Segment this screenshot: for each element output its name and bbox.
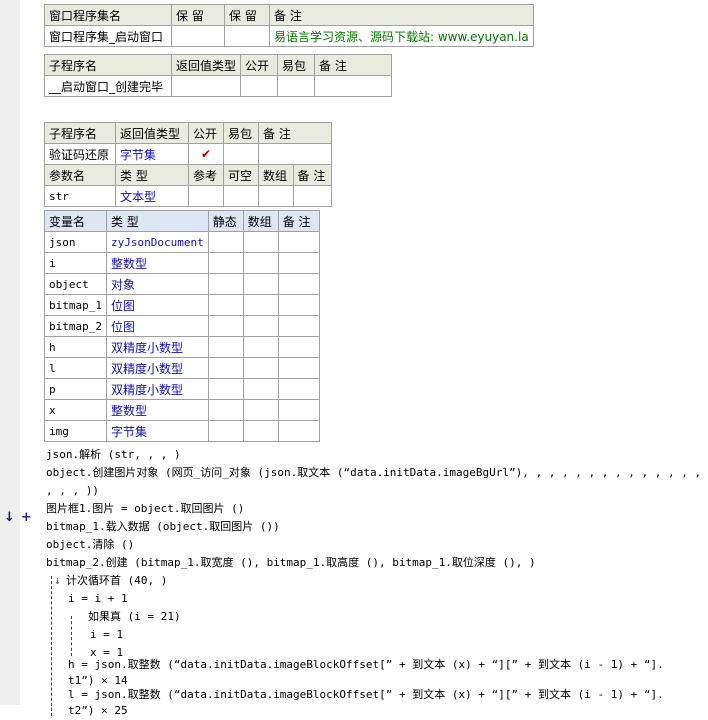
table-row[interactable]: h 双精度小数型 — [44, 336, 320, 358]
var-type[interactable]: 整数型 — [105, 399, 209, 421]
code-line[interactable]: i = 1 — [90, 626, 123, 644]
sub1-header-epkg: 易包 — [277, 54, 316, 76]
var-header-array: 数组 — [242, 210, 279, 232]
var-type[interactable]: 双精度小数型 — [105, 378, 209, 400]
loop-arrow-icon: ↓ — [54, 574, 61, 587]
assembly-header-name: 窗口程序集名 — [44, 4, 172, 26]
var-type[interactable]: 字节集 — [105, 420, 209, 442]
assembly-reserve1-cell[interactable] — [171, 25, 225, 47]
sub1-return-cell[interactable] — [170, 75, 242, 97]
sub2-epkg-cell[interactable] — [223, 143, 259, 165]
var-header-remark: 备 注 — [277, 210, 320, 232]
param-header-ref: 参考 — [188, 164, 224, 186]
assembly-header-reserve2: 保 留 — [224, 4, 270, 26]
var-type[interactable]: 双精度小数型 — [105, 336, 209, 358]
code-line[interactable]: i = i + 1 — [68, 590, 128, 608]
param-name-cell[interactable]: str — [44, 185, 116, 207]
code-line[interactable]: 如果真 (i = 21) — [88, 608, 181, 626]
var-type[interactable]: 整数型 — [105, 252, 209, 274]
sub2-header-return: 返回值类型 — [115, 122, 189, 144]
table-row[interactable]: i 整数型 — [44, 252, 320, 274]
variable-table: 变量名 类 型 静态 数组 备 注 json zyJsonDocument i 整数… — [44, 210, 320, 442]
if-guide-line — [71, 616, 72, 656]
assembly-header-remark: 备 注 — [269, 4, 534, 26]
param-header-type: 类 型 — [115, 164, 189, 186]
code-line[interactable]: bitmap_2.创建 (bitmap_1.取宽度 (), bitmap_1.取… — [46, 554, 536, 572]
code-line[interactable]: object.创建图片对象 (网页_访问_对象 (json.取文本 (“data… — [46, 464, 708, 482]
sub1-name-cell[interactable]: __启动窗口_创建完毕 — [44, 75, 172, 97]
var-name[interactable]: bitmap_1 — [44, 294, 107, 316]
param-type-cell[interactable]: 文本型 — [115, 185, 189, 207]
editor-gutter — [0, 0, 20, 705]
table-row[interactable]: object 对象 — [44, 273, 320, 295]
code-line[interactable]: json.解析 (str, , , ) — [46, 446, 181, 464]
var-name[interactable]: p — [44, 378, 107, 400]
param-header-remark: 备 注 — [292, 164, 332, 186]
var-type[interactable]: zyJsonDocument — [105, 231, 209, 253]
assembly-header-reserve1: 保 留 — [171, 4, 225, 26]
table-row[interactable]: bitmap_2 位图 — [44, 315, 320, 337]
var-header-type: 类 型 — [105, 210, 209, 232]
code-line[interactable]: h = json.取整数 (“data.initData.imageBlockO… — [68, 656, 664, 674]
param-header-nullable: 可空 — [223, 164, 259, 186]
var-name[interactable]: json — [44, 231, 107, 253]
var-header-static: 静态 — [207, 210, 244, 232]
table-row[interactable]: x 整数型 — [44, 399, 320, 421]
code-line[interactable]: bitmap_1.载入数据 (object.取回图片 ()) — [46, 518, 280, 536]
assembly-reserve2-cell[interactable] — [224, 25, 270, 47]
sub2-return-cell[interactable]: 字节集 — [115, 143, 189, 165]
table-row[interactable]: json zyJsonDocument — [44, 231, 320, 253]
var-name[interactable]: l — [44, 357, 107, 379]
plus-icon[interactable]: + — [21, 510, 32, 525]
code-line[interactable]: l = json.取整数 (“data.initData.imageBlockO… — [68, 686, 664, 704]
sub2-header-public: 公开 — [188, 122, 224, 144]
var-type[interactable]: 位图 — [105, 315, 209, 337]
table-row[interactable]: bitmap_1 位图 — [44, 294, 320, 316]
var-name[interactable]: object — [44, 273, 107, 295]
code-line[interactable]: 图片框1.图片 = object.取回图片 () — [46, 500, 244, 518]
code-line[interactable]: object.清除 () — [46, 536, 134, 554]
subroutine1-table: 子程序名 返回值类型 公开 易包 备 注 __启动窗口_创建完毕 — [44, 54, 393, 97]
sub2-header-remark: 备 注 — [258, 122, 332, 144]
var-type[interactable]: 双精度小数型 — [105, 357, 209, 379]
assembly-remark-cell[interactable]: 易语言学习资源、源码下载站: www.eyuyan.la — [269, 25, 534, 47]
assembly-name-cell[interactable]: 窗口程序集_启动窗口 — [44, 25, 172, 47]
sub2-remark-cell[interactable] — [258, 143, 332, 165]
var-type[interactable]: 位图 — [105, 294, 209, 316]
var-type[interactable]: 对象 — [105, 273, 209, 295]
sub1-header-remark: 备 注 — [314, 54, 393, 76]
param-nullable-cell[interactable] — [223, 185, 259, 207]
param-ref-cell[interactable] — [188, 185, 224, 207]
sub2-name-cell[interactable]: 验证码还原 — [44, 143, 116, 165]
sub1-public-cell[interactable] — [240, 75, 279, 97]
sub1-header-return: 返回值类型 — [170, 54, 242, 76]
table-row[interactable]: l 双精度小数型 — [44, 357, 320, 379]
param-remark-cell[interactable] — [292, 185, 332, 207]
sub1-header-public: 公开 — [240, 54, 279, 76]
code-line[interactable]: 计次循环首 (40, ) — [66, 572, 167, 590]
sub1-epkg-cell[interactable] — [277, 75, 316, 97]
sub1-remark-cell[interactable] — [314, 75, 393, 97]
code-line[interactable]: , , , )) — [46, 482, 99, 500]
var-name[interactable]: img — [44, 420, 107, 442]
table-row[interactable]: p 双精度小数型 — [44, 378, 320, 400]
down-arrow-icon[interactable]: ↓ — [4, 510, 15, 525]
gutter-markers[interactable]: ↓ + — [4, 510, 38, 525]
sub2-header-name: 子程序名 — [44, 122, 116, 144]
param-header-array: 数组 — [258, 164, 294, 186]
var-name[interactable]: h — [44, 336, 107, 358]
sub2-header-epkg: 易包 — [223, 122, 259, 144]
param-header-name: 参数名 — [44, 164, 116, 186]
param-array-cell[interactable] — [258, 185, 294, 207]
var-name[interactable]: i — [44, 252, 107, 274]
checkmark-icon[interactable]: ✔ — [188, 143, 224, 165]
assembly-table: 窗口程序集名 保 留 保 留 备 注 窗口程序集_启动窗口 易语言学习资源、源码… — [44, 4, 534, 47]
var-name[interactable]: x — [44, 399, 107, 421]
loop-guide-line — [51, 576, 52, 716]
sub1-header-name: 子程序名 — [44, 54, 172, 76]
subroutine2-table: 子程序名 返回值类型 公开 易包 备 注 验证码还原 字节集 ✔ 参数名 类 型… — [44, 122, 332, 207]
table-row[interactable]: img 字节集 — [44, 420, 320, 442]
var-name[interactable]: bitmap_2 — [44, 315, 107, 337]
var-header-name: 变量名 — [44, 210, 107, 232]
